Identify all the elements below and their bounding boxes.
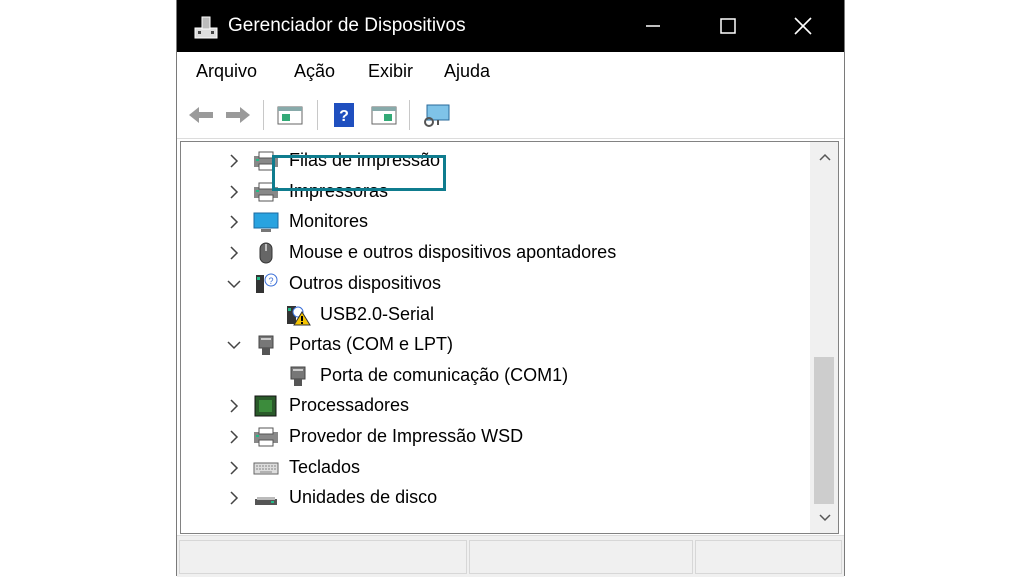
keyboard-icon — [253, 462, 279, 475]
tree-item-label: Teclados — [289, 457, 361, 477]
scroll-down-button[interactable] — [811, 503, 838, 533]
tree-item-label: Processadores — [289, 395, 410, 415]
port-icon — [258, 335, 274, 355]
chevron-down-icon[interactable] — [226, 336, 242, 354]
tree-item-label: Monitores — [289, 211, 369, 231]
chevron-right-icon[interactable] — [226, 244, 242, 262]
vertical-scrollbar[interactable] — [810, 142, 838, 533]
forward-icon — [226, 107, 250, 123]
chevron-right-icon[interactable] — [226, 459, 242, 477]
warning-device-icon — [287, 306, 311, 326]
tree-item-label: Portas (COM e LPT) — [289, 334, 454, 354]
status-cell — [469, 540, 693, 574]
svg-text:?: ? — [339, 108, 349, 125]
menu-arquivo[interactable]: Arquivo — [196, 61, 257, 82]
scroll-thumb[interactable] — [814, 357, 834, 504]
close-button[interactable] — [769, 0, 837, 52]
menu-acao[interactable]: Ação — [294, 61, 335, 82]
printer-icon — [254, 427, 278, 447]
menu-bar: Arquivo Ação Exibir Ajuda — [177, 52, 844, 92]
toolbar-separator — [317, 100, 318, 130]
properties-icon — [277, 106, 303, 125]
highlight-box — [272, 155, 446, 191]
window-title: Gerenciador de Dispositivos — [228, 15, 466, 36]
chevron-down-icon — [818, 514, 831, 522]
mouse-icon — [259, 242, 273, 264]
device-tree[interactable]: Filas de impressão Impressoras Monitores… — [180, 141, 839, 534]
scan-hardware-button[interactable] — [421, 101, 453, 129]
tree-item-label: Mouse e outros dispositivos apontadores — [289, 242, 617, 262]
menu-ajuda[interactable]: Ajuda — [444, 61, 490, 82]
status-cell — [179, 540, 467, 574]
chevron-right-icon[interactable] — [226, 183, 242, 201]
toolbar: ? — [177, 92, 844, 139]
minimize-icon — [646, 25, 660, 27]
chevron-up-icon — [818, 153, 831, 161]
tree-item-label: Porta de comunicação (COM1) — [320, 365, 569, 385]
unknown-device-icon: ? — [256, 273, 278, 293]
tree-item-label: Provedor de Impressão WSD — [289, 426, 524, 446]
disk-drive-icon — [255, 497, 277, 505]
close-icon — [794, 17, 812, 35]
processor-icon — [254, 395, 277, 417]
tree-item-label: USB2.0-Serial — [320, 304, 435, 324]
scroll-up-button[interactable] — [811, 142, 838, 172]
port-icon — [290, 366, 306, 386]
chevron-down-icon[interactable] — [226, 275, 242, 293]
svg-text:?: ? — [268, 276, 273, 286]
toolbar-separator — [409, 100, 410, 130]
toolbar-separator — [263, 100, 264, 130]
device-manager-window: Gerenciador de Dispositivos Arquivo Ação… — [176, 0, 845, 577]
chevron-right-icon[interactable] — [226, 397, 242, 415]
device-manager-app-icon — [194, 16, 218, 39]
properties-button[interactable] — [275, 101, 305, 129]
update-driver-button[interactable] — [369, 101, 399, 129]
chevron-right-icon[interactable] — [226, 213, 242, 231]
monitor-icon — [253, 212, 279, 232]
update-driver-icon — [371, 106, 397, 125]
help-icon: ? — [334, 103, 354, 127]
chevron-right-icon[interactable] — [226, 489, 242, 507]
tree-item-label: Outros dispositivos — [289, 273, 442, 293]
status-cell — [695, 540, 842, 574]
minimize-button[interactable] — [619, 0, 687, 52]
forward-button[interactable] — [224, 101, 252, 129]
status-bar — [177, 535, 844, 577]
chevron-right-icon[interactable] — [226, 428, 242, 446]
back-icon — [189, 107, 213, 123]
menu-exibir[interactable]: Exibir — [368, 61, 413, 82]
scan-hardware-icon — [424, 104, 450, 127]
title-bar[interactable]: Gerenciador de Dispositivos — [177, 0, 844, 52]
maximize-button[interactable] — [694, 0, 762, 52]
chevron-right-icon[interactable] — [226, 152, 242, 170]
maximize-icon — [720, 18, 736, 34]
tree-item-label: Unidades de disco — [289, 487, 438, 507]
back-button[interactable] — [187, 101, 215, 129]
help-button[interactable]: ? — [329, 101, 359, 129]
